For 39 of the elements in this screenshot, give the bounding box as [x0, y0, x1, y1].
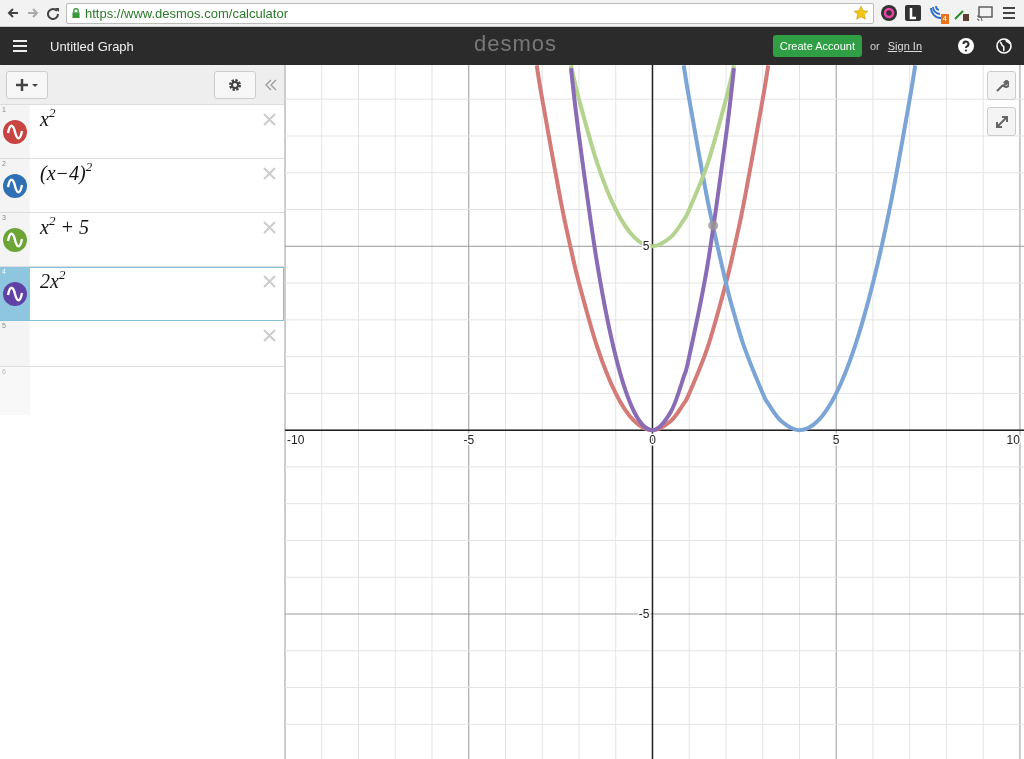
help-icon[interactable]: [958, 38, 974, 54]
expand-icon: [994, 114, 1009, 129]
globe-icon[interactable]: [996, 38, 1012, 54]
settings-icon: [228, 77, 242, 92]
graph-curve-icon[interactable]: [3, 281, 27, 306]
cast-icon[interactable]: [976, 4, 994, 22]
menu-icon[interactable]: [1000, 4, 1018, 22]
desmos-logo: desmos: [474, 31, 558, 57]
color-wheel-icon[interactable]: [880, 4, 898, 22]
notification-badge: 4: [940, 14, 949, 24]
sign-in-link[interactable]: Sign In: [887, 40, 922, 52]
wrench-icon: [994, 78, 1009, 93]
settings-button[interactable]: [214, 70, 256, 99]
tick-label: -5: [638, 607, 650, 621]
or-text: or: [869, 40, 880, 52]
reload-icon[interactable]: [46, 6, 60, 20]
letter-l-icon[interactable]: [904, 4, 922, 22]
tick-label: 5: [832, 433, 840, 448]
fullscreen-button[interactable]: [987, 107, 1016, 136]
menu-icon[interactable]: [12, 38, 28, 54]
plus-icon: [15, 77, 39, 92]
tick-label: -10: [287, 433, 305, 448]
add-item-button[interactable]: [6, 70, 48, 99]
expression-input[interactable]: x$^{2}$ + 5: [30, 213, 284, 266]
graph-curve-icon[interactable]: [3, 173, 27, 198]
graph-curve-icon[interactable]: [3, 119, 27, 144]
star-icon[interactable]: [853, 5, 869, 21]
graph-title[interactable]: Untitled Graph: [50, 38, 134, 54]
tick-label: -5: [463, 433, 475, 448]
intersection-point[interactable]: [708, 220, 719, 231]
expression-input[interactable]: x$^{2}$: [30, 105, 284, 158]
graph-settings-button[interactable]: [987, 71, 1016, 100]
back-icon[interactable]: [6, 6, 20, 20]
expression-input[interactable]: (x−4)$^{2}$: [30, 159, 284, 212]
create-account-button[interactable]: Create Account: [772, 35, 862, 57]
lock-icon: [71, 7, 81, 19]
expression-input[interactable]: 2x$^{2}$: [30, 267, 284, 320]
tick-label: 10: [1006, 433, 1020, 448]
url-field[interactable]: https://www.desmos.com/calculator: [66, 2, 874, 24]
